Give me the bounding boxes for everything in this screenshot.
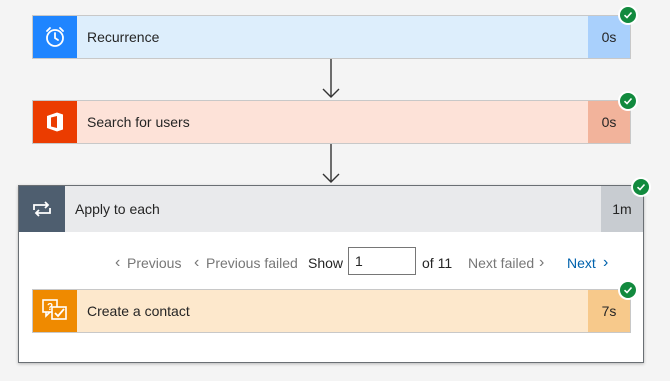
create-contact-label: Create a contact — [87, 303, 190, 319]
chevron-right-icon: › — [539, 254, 545, 271]
recurrence-label: Recurrence — [87, 29, 160, 45]
alarm-clock-icon — [46, 27, 64, 47]
search-users-icon-box — [33, 101, 77, 143]
apply-to-each-icon-box — [19, 186, 65, 232]
apply-to-each-container: Apply to each 1m ‹ Previous ‹ Previous f… — [18, 185, 644, 363]
iteration-total: of 11 — [422, 255, 453, 271]
apply-to-each-label: Apply to each — [75, 201, 160, 217]
chat-question-icon: ? — [42, 299, 67, 320]
search-users-action-card[interactable]: Search for users 0s — [32, 100, 631, 144]
previous-button[interactable]: Previous — [127, 248, 181, 278]
next-button[interactable]: Next — [567, 248, 596, 278]
iteration-number-input[interactable]: 1 — [348, 247, 416, 275]
flow-arrow-icon — [322, 59, 340, 98]
show-label: Show — [308, 255, 344, 271]
success-check-icon — [620, 93, 636, 109]
loop-icon — [33, 201, 51, 217]
create-contact-icon-box: ? — [33, 290, 77, 332]
create-contact-action-card[interactable]: ? Create a contact 7s — [32, 289, 631, 333]
recurrence-duration: 0s — [588, 16, 630, 58]
recurrence-icon-box — [33, 16, 77, 58]
success-check-icon — [620, 282, 636, 298]
chevron-left-icon: ‹ — [194, 254, 200, 271]
iteration-pager: ‹ Previous ‹ Previous failed Show 1 of 1… — [19, 247, 643, 278]
chevron-right-icon[interactable]: › — [603, 248, 608, 278]
next-failed-button[interactable]: Next failed — [468, 248, 534, 278]
chevron-left-icon: ‹ — [115, 254, 121, 271]
flow-arrow-icon — [322, 144, 340, 183]
success-check-icon — [633, 179, 649, 195]
previous-failed-button[interactable]: Previous failed — [206, 248, 298, 278]
apply-to-each-header[interactable]: Apply to each 1m — [19, 186, 643, 232]
search-users-label: Search for users — [87, 114, 190, 130]
success-check-icon — [620, 7, 636, 23]
office-icon — [47, 112, 63, 132]
recurrence-action-card[interactable]: Recurrence 0s — [32, 15, 631, 59]
